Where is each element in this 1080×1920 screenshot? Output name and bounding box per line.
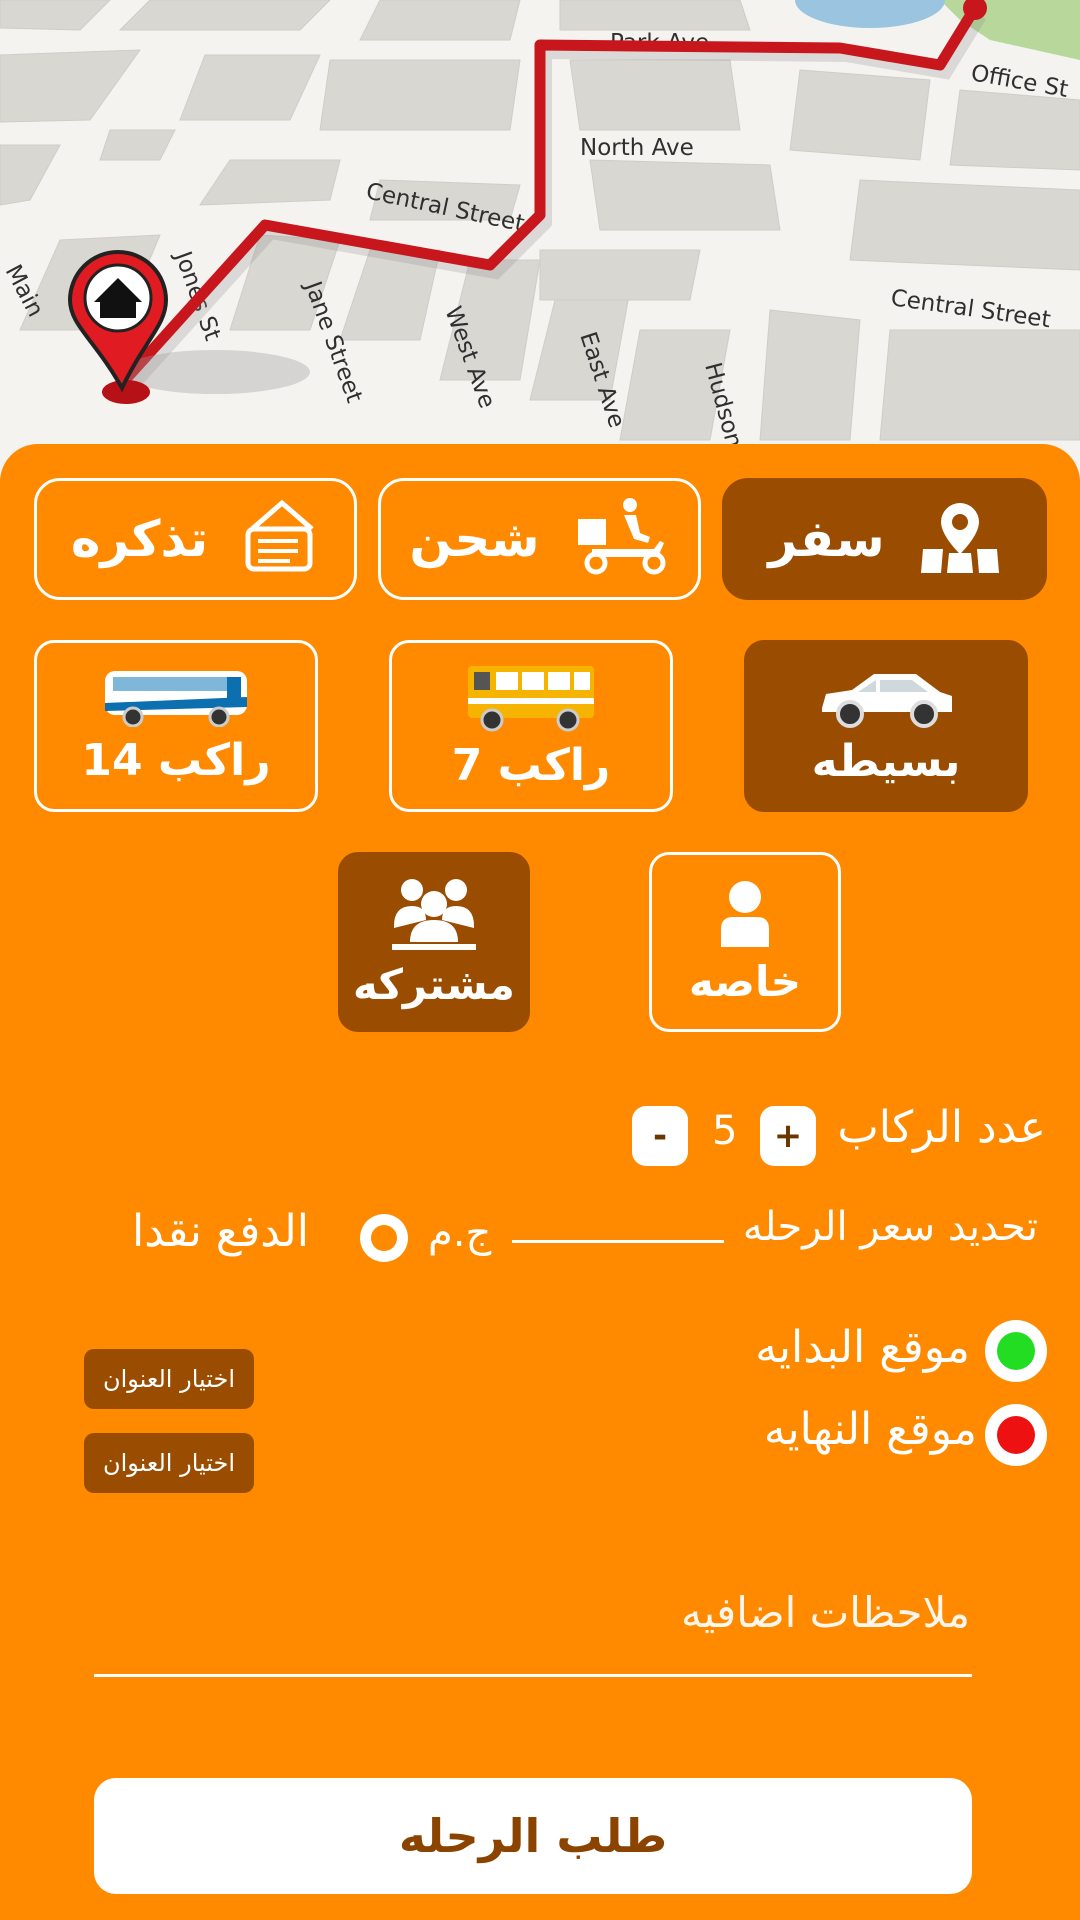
passenger-plus-button[interactable]: + bbox=[760, 1106, 816, 1166]
tab-travel[interactable]: سفر bbox=[722, 478, 1047, 600]
ride-type-private-label: خاصه bbox=[688, 956, 802, 1006]
cash-payment-radio[interactable] bbox=[360, 1214, 408, 1262]
vehicle-car[interactable]: بسيطه bbox=[744, 640, 1028, 812]
start-location-label: موقع البدايه bbox=[755, 1322, 970, 1373]
route-map[interactable]: Park Ave Office St North Ave Central Str… bbox=[0, 0, 1080, 480]
start-location-marker bbox=[985, 1320, 1047, 1382]
notes-placeholder: ملاحظات اضافيه bbox=[680, 1588, 970, 1637]
tab-ticket-label: تذكره bbox=[70, 510, 209, 568]
map-canvas: Park Ave Office St North Ave Central Str… bbox=[0, 0, 1080, 451]
vehicle-minibus-label: راكب 7 bbox=[451, 739, 611, 791]
ride-type-shared-label: مشتركه bbox=[353, 959, 515, 1009]
vehicle-minibus[interactable]: راكب 7 bbox=[389, 640, 673, 812]
passengers-label: عدد الركاب bbox=[837, 1102, 1046, 1153]
car-icon bbox=[816, 666, 956, 732]
ticket-icon bbox=[242, 499, 320, 579]
vehicle-car-label: بسيطه bbox=[811, 735, 961, 787]
price-input[interactable] bbox=[512, 1240, 724, 1243]
request-ride-button[interactable]: طلب الرحله bbox=[94, 1778, 972, 1894]
ride-type-private[interactable]: خاصه bbox=[649, 852, 841, 1032]
tab-shipping-label: شحن bbox=[409, 510, 540, 568]
ride-type-shared[interactable]: مشتركه bbox=[338, 852, 530, 1032]
choose-start-address-button[interactable]: اختيار العنوان bbox=[84, 1349, 254, 1409]
booking-panel: سفر شحن تذكره بسيطه راكب 7 راكب 14 خاصه … bbox=[0, 444, 1080, 1920]
group-icon bbox=[392, 876, 476, 956]
tab-shipping[interactable]: شحن bbox=[378, 478, 701, 600]
notes-input[interactable] bbox=[94, 1674, 972, 1677]
map-location-icon bbox=[919, 497, 1001, 581]
choose-end-address-button[interactable]: اختيار العنوان bbox=[84, 1433, 254, 1493]
passenger-minus-button[interactable]: - bbox=[632, 1106, 688, 1166]
cash-payment-label: الدفع نقدا bbox=[132, 1206, 309, 1257]
person-icon bbox=[717, 879, 773, 953]
currency-label: ج.م bbox=[428, 1210, 492, 1256]
tab-travel-label: سفر bbox=[768, 510, 885, 568]
end-location-label: موقع النهايه bbox=[763, 1404, 977, 1455]
vehicle-bus[interactable]: راكب 14 bbox=[34, 640, 318, 812]
vehicle-bus-label: راكب 14 bbox=[81, 734, 271, 786]
passenger-count: 5 bbox=[712, 1108, 738, 1154]
end-location-marker bbox=[985, 1404, 1047, 1466]
tab-ticket[interactable]: تذكره bbox=[34, 478, 357, 600]
delivery-scooter-icon bbox=[574, 497, 670, 581]
minibus-icon bbox=[464, 662, 598, 736]
price-label: تحديد سعر الرحله bbox=[742, 1204, 1038, 1250]
street-label-north-ave: North Ave bbox=[580, 135, 694, 161]
street-label-central-street-2: Central Street bbox=[889, 285, 1052, 333]
bus-icon bbox=[101, 667, 251, 731]
